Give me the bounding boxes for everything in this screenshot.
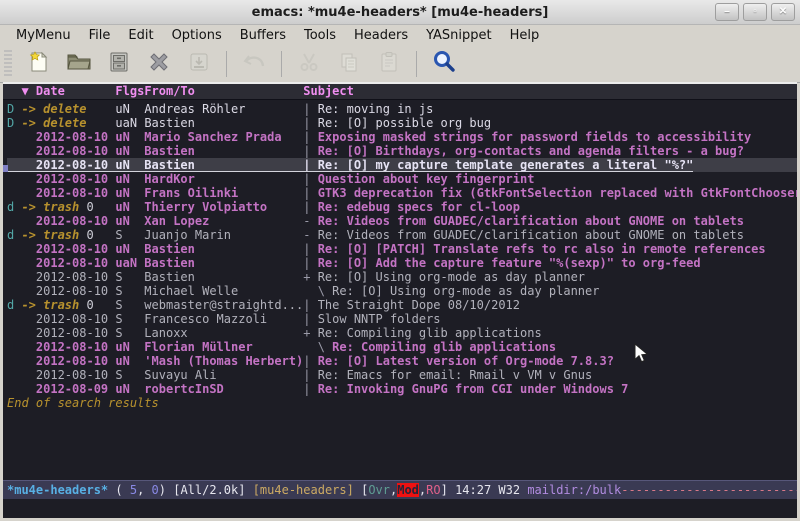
menu-mymenu[interactable]: MyMenu — [8, 27, 79, 44]
message-row[interactable]: D -> delete uaN Bastien | Re: [O] possib… — [7, 116, 797, 130]
message-row[interactable]: d -> trash 0 S webmaster@straightd...| T… — [7, 298, 797, 312]
editor-area: ▼ Date FlgsFrom/To Subject D -> delete u… — [3, 82, 797, 518]
search-icon — [431, 49, 457, 80]
column-header-row: ▼ Date FlgsFrom/To Subject — [7, 84, 797, 98]
menu-bar: MyMenuFileEditOptionsBuffersToolsHeaders… — [0, 25, 800, 46]
message-row[interactable]: 2012-08-10 uN Bastien | Re: [O] Birthday… — [7, 144, 797, 158]
open-folder-icon — [66, 50, 92, 79]
undo-button[interactable] — [239, 50, 269, 78]
message-row[interactable]: 2012-08-10 S Lanoxx + Re: Compiling glib… — [7, 326, 797, 340]
mode-line: *mu4e-headers* ( 5, 0) [All/2.0k] [mu4e-… — [3, 480, 797, 499]
save-buffer-button[interactable] — [184, 50, 214, 78]
message-row[interactable]: 2012-08-10 S Bastien + Re: [O] Using org… — [7, 270, 797, 284]
close-button[interactable]: ✕ — [771, 3, 795, 21]
message-row[interactable]: 2012-08-10 uN Xan Lopez - Re: Videos fro… — [7, 214, 797, 228]
close-x-icon — [147, 50, 171, 79]
open-folder-button[interactable] — [64, 50, 94, 78]
menu-tools[interactable]: Tools — [296, 27, 344, 44]
copy-button[interactable] — [334, 50, 364, 78]
message-row[interactable]: 2012-08-10 uN Florian Müllner \ Re: Comp… — [7, 340, 797, 354]
close-buffer-button[interactable] — [144, 50, 174, 78]
paste-button[interactable] — [374, 50, 404, 78]
window-controls: –▫✕ — [715, 3, 795, 21]
message-row[interactable]: 2012-08-10 uN Mario Sanchez Prada | Expo… — [7, 130, 797, 144]
menu-buffers[interactable]: Buffers — [232, 27, 294, 44]
headers-column-header[interactable]: ▼ Date FlgsFrom/To Subject — [3, 84, 797, 100]
menu-edit[interactable]: Edit — [120, 27, 161, 44]
message-row[interactable]: 2012-08-10 S Suvayu Ali | Re: Emacs for … — [7, 368, 797, 382]
echo-area[interactable] — [3, 499, 797, 518]
new-file-icon — [27, 50, 51, 79]
message-row[interactable]: 2012-08-10 uN Bastien | Re: [O] [PATCH] … — [7, 242, 797, 256]
message-row[interactable]: 2012-08-10 uN 'Mash (Thomas Herbert)| Re… — [7, 354, 797, 368]
message-row[interactable]: d -> trash 0 S Juanjo Marin - Re: Videos… — [7, 228, 797, 242]
maximize-button[interactable]: ▫ — [743, 3, 767, 21]
scissors-icon — [297, 50, 321, 79]
toolbar-separator — [226, 51, 227, 77]
message-row[interactable]: 2012-08-10 S Michael Welle \ Re: [O] Usi… — [7, 284, 797, 298]
save-icon — [187, 50, 211, 79]
undo-icon — [241, 50, 267, 79]
message-row[interactable]: 2012-08-10 uN Bastien | Re: [O] my captu… — [7, 158, 797, 172]
menu-file[interactable]: File — [81, 27, 119, 44]
title-bar[interactable]: emacs: *mu4e-headers* [mu4e-headers] –▫✕ — [0, 0, 800, 25]
message-row[interactable]: D -> delete uN Andreas Röhler | Re: movi… — [7, 102, 797, 116]
clipboard-icon — [377, 50, 401, 79]
message-row[interactable]: d -> trash 0 uN Thierry Volpiatto | Re: … — [7, 200, 797, 214]
window-title: emacs: *mu4e-headers* [mu4e-headers] — [0, 5, 800, 20]
file-cabinet-button[interactable] — [104, 50, 134, 78]
cut-button[interactable] — [294, 50, 324, 78]
search-button[interactable] — [429, 50, 459, 78]
message-row[interactable]: 2012-08-09 uN robertcInSD | Re: Invoking… — [7, 382, 797, 396]
toolbar-separator — [416, 51, 417, 77]
current-line-fringe-marker — [3, 165, 8, 172]
headers-list: D -> delete uN Andreas Röhler | Re: movi… — [3, 100, 797, 480]
message-row[interactable]: 2012-08-10 uN HardKor | Question about k… — [7, 172, 797, 186]
message-row[interactable]: 2012-08-10 uaN Bastien | Re: [O] Add the… — [7, 256, 797, 270]
menu-yasnippet[interactable]: YASnippet — [418, 27, 500, 44]
toolbar — [0, 46, 800, 83]
menu-headers[interactable]: Headers — [346, 27, 416, 44]
menu-help[interactable]: Help — [502, 27, 548, 44]
toolbar-grip-handle[interactable] — [4, 50, 12, 78]
mouse-cursor — [634, 343, 650, 368]
copy-icon — [337, 50, 361, 79]
menu-options[interactable]: Options — [164, 27, 230, 44]
toolbar-separator — [281, 51, 282, 77]
end-of-search-results: End of search results — [7, 396, 797, 410]
new-file-button[interactable] — [24, 50, 54, 78]
message-row[interactable]: 2012-08-10 S Francesco Mazzoli | Slow NN… — [7, 312, 797, 326]
file-cabinet-icon — [107, 50, 131, 79]
emacs-window: emacs: *mu4e-headers* [mu4e-headers] –▫✕… — [0, 0, 800, 521]
message-row[interactable]: 2012-08-10 uN Frans Oilinki | GTK3 depre… — [7, 186, 797, 200]
minimize-button[interactable]: – — [715, 3, 739, 21]
